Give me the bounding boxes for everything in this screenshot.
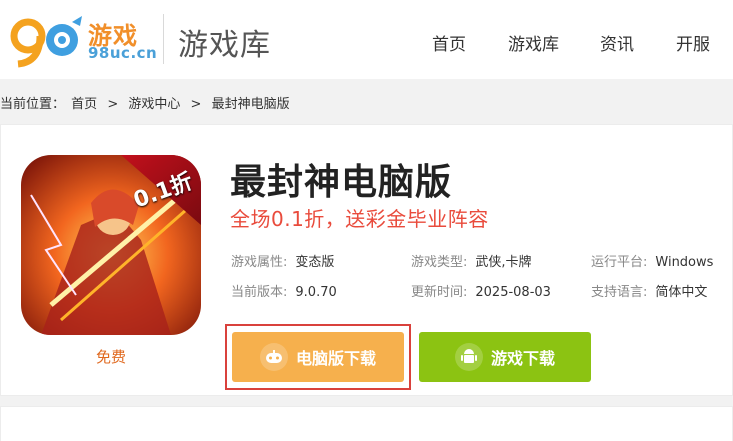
- info-key: 当前版本:: [231, 285, 288, 300]
- info-update-time: 更新时间: 2025-08-03: [411, 281, 551, 300]
- info-platform: 运行平台: Windows: [591, 251, 713, 270]
- info-key: 游戏属性:: [231, 255, 288, 270]
- nav-news[interactable]: 资讯: [600, 30, 634, 55]
- nav-server-open[interactable]: 开服: [676, 30, 710, 55]
- info-version: 当前版本: 9.0.70: [231, 281, 337, 300]
- info-language: 支持语言: 简体中文: [591, 281, 707, 300]
- info-key: 游戏类型:: [411, 255, 468, 270]
- nav-home[interactable]: 首页: [432, 30, 466, 55]
- android-icon: [454, 343, 483, 371]
- price-label: 免费: [95, 348, 126, 366]
- pc-download-button[interactable]: 电脑版下载: [232, 332, 404, 382]
- android-download-button[interactable]: 游戏下载: [419, 332, 591, 382]
- game-title: 最封神电脑版: [230, 162, 453, 203]
- breadcrumb-prefix: 当前位置：: [0, 97, 66, 112]
- android-download-label: 游戏下载: [490, 349, 555, 368]
- page-section-title: 游戏库: [178, 28, 271, 63]
- header-divider: [163, 14, 164, 64]
- breadcrumb-item-home[interactable]: 首页: [71, 97, 97, 112]
- secondary-card: [0, 406, 733, 441]
- breadcrumb-item-current: 最封神电脑版: [211, 97, 290, 112]
- logo-domain-text: 98uc.cn: [88, 44, 158, 62]
- info-game-attribute: 游戏属性: 变态版: [231, 251, 334, 270]
- info-value: 简体中文: [655, 285, 708, 300]
- game-subtitle: 全场0.1折，送彩金毕业阵容: [230, 207, 489, 231]
- info-value: 变态版: [295, 255, 335, 270]
- header: 游戏 98uc.cn 游戏库 首页 游戏库 资讯 开服: [0, 0, 733, 79]
- nav-game-library[interactable]: 游戏库: [508, 30, 559, 55]
- info-value: Windows: [655, 255, 714, 270]
- breadcrumb: 当前位置： 首页 > 游戏中心 > 最封神电脑版: [0, 93, 296, 112]
- gamepad-icon: [259, 343, 288, 371]
- info-key: 更新时间:: [411, 285, 468, 300]
- info-key: 支持语言:: [591, 285, 648, 300]
- info-game-type: 游戏类型: 武侠,卡牌: [411, 251, 532, 270]
- info-value: 9.0.70: [295, 285, 337, 300]
- game-detail-card: 0.1折 免费 最封神电脑版 全场0.1折，送彩金毕业阵容 游戏属性: 变态版 游…: [0, 124, 733, 396]
- breadcrumb-item-game-center[interactable]: 游戏中心: [128, 97, 180, 112]
- logo-98-icon: [10, 16, 82, 68]
- game-cover-image[interactable]: 0.1折: [21, 155, 201, 335]
- info-key: 运行平台:: [591, 255, 648, 270]
- info-value: 武侠,卡牌: [475, 255, 532, 270]
- breadcrumb-separator: >: [107, 97, 119, 112]
- breadcrumb-separator: >: [190, 97, 202, 112]
- pc-download-label: 电脑版下载: [295, 349, 376, 368]
- site-logo[interactable]: 游戏 98uc.cn: [10, 10, 157, 68]
- info-value: 2025-08-03: [475, 285, 551, 300]
